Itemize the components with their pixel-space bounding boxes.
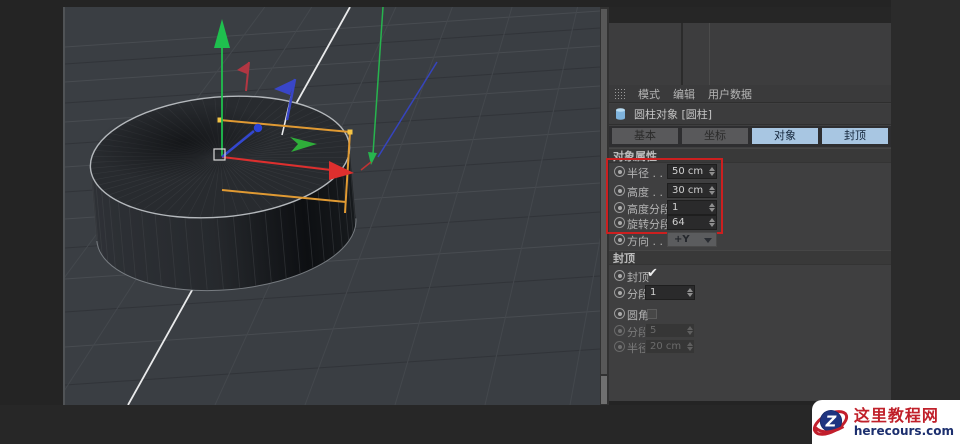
panel-scrollbar[interactable]: [600, 7, 609, 405]
attr-label-rotation-segments: 旋转分段: [627, 218, 671, 231]
attribute-tabs: 基本 坐标 对象 封顶: [609, 126, 891, 147]
secondary-x-axis-tick: [360, 161, 372, 171]
menu-edit[interactable]: 编辑: [673, 86, 695, 102]
radius-input[interactable]: 50 cm: [667, 164, 717, 179]
attr-row-fillet-segments: 分段 5: [609, 323, 891, 339]
attribute-menu-bar: 模式 编辑 用户数据: [609, 85, 891, 103]
red-flag-handle[interactable]: [237, 61, 250, 92]
attr-row-direction: 方向 . . . +Y: [609, 232, 891, 248]
keyframe-circle-icon[interactable]: [614, 202, 625, 213]
tab-object[interactable]: 对象: [752, 128, 818, 144]
spinner-icon[interactable]: [709, 202, 715, 213]
attr-row-height: 高度 . . . 30 cm: [609, 183, 891, 199]
attr-row-fillet-radius: 半径 20 cm: [609, 339, 891, 355]
checkbox-unchecked-icon[interactable]: [647, 309, 657, 319]
attr-row-rotation-segments: 旋转分段 64: [609, 215, 891, 231]
tab-caps[interactable]: 封顶: [822, 128, 888, 144]
panel-top-gap: [609, 7, 891, 23]
cap-segments-input[interactable]: 1: [645, 285, 695, 300]
object-title-row: 圆柱对象 [圆柱]: [609, 104, 891, 125]
attr-row-cap-segments: 分段 1: [609, 285, 891, 301]
tab-basic[interactable]: 基本: [612, 128, 678, 144]
attr-label-radius: 半径 . . .: [627, 167, 670, 180]
section-header-object-props: 对象属性: [609, 148, 891, 163]
attr-row-cap: 封顶 ✔: [609, 266, 891, 284]
scrollbar-foot[interactable]: [601, 376, 607, 404]
height-input[interactable]: 30 cm: [667, 183, 717, 198]
viewport-canvas: [65, 7, 600, 405]
attr-row-radius: 半径 . . . 50 cm: [609, 164, 891, 180]
keyframe-circle-icon[interactable]: [614, 287, 625, 298]
cylinder-icon: [616, 108, 625, 120]
right-margin: [891, 0, 960, 444]
menu-grid-icon[interactable]: [615, 88, 625, 99]
watermark-site-url: herecours.com: [853, 423, 954, 438]
keyframe-circle-icon[interactable]: [614, 270, 625, 281]
attribute-manager: 模式 编辑 用户数据 圆柱对象 [圆柱] 基本 坐标 对象 封顶 对象属性 半径…: [606, 85, 891, 401]
attr-row-fillet: 圆角: [609, 306, 891, 322]
attr-label-cap: 封顶: [627, 271, 649, 284]
viewport-3d[interactable]: [65, 7, 600, 405]
direction-dropdown[interactable]: +Y: [667, 232, 717, 247]
object-title: 圆柱对象 [圆柱]: [634, 108, 713, 121]
app-window: 模式 编辑 用户数据 圆柱对象 [圆柱] 基本 坐标 对象 封顶 对象属性 半径…: [0, 0, 960, 444]
keyframe-circle-icon[interactable]: [614, 185, 625, 196]
fillet-segments-input: 5: [645, 323, 695, 338]
spinner-icon[interactable]: [709, 166, 715, 177]
secondary-y-axis-line: [372, 7, 384, 155]
spinner-icon[interactable]: [709, 217, 715, 228]
watermark-logo-icon: Z: [812, 409, 849, 436]
attr-row-height-segments: 高度分段 1: [609, 200, 891, 216]
fillet-radius-input: 20 cm: [645, 339, 695, 354]
object-manager-empty[interactable]: [609, 23, 891, 85]
menu-user-data[interactable]: 用户数据: [708, 86, 752, 102]
attr-label-direction: 方向 . . .: [627, 235, 670, 248]
column-divider: [709, 23, 710, 85]
spinner-icon: [687, 325, 693, 336]
attr-label-fillet: 圆角: [627, 309, 649, 322]
watermark-badge: Z 这里教程网 herecours.com: [812, 400, 960, 444]
rotation-segments-input[interactable]: 64: [667, 215, 717, 230]
cylinder-object[interactable]: [85, 86, 361, 301]
spinner-icon: [687, 341, 693, 352]
keyframe-circle-icon[interactable]: [614, 234, 625, 245]
keyframe-circle-icon[interactable]: [614, 217, 625, 228]
keyframe-circle-icon-disabled: [614, 341, 625, 352]
column-divider: [681, 23, 683, 85]
logo-letter: Z: [825, 414, 837, 431]
spinner-icon[interactable]: [709, 185, 715, 196]
keyframe-circle-icon[interactable]: [614, 308, 625, 319]
tab-coordinates[interactable]: 坐标: [682, 128, 748, 144]
attr-label-height: 高度 . . .: [627, 186, 670, 199]
menu-mode[interactable]: 模式: [638, 86, 660, 102]
watermark-site-name: 这里教程网: [853, 405, 939, 425]
scrollbar-handle[interactable]: [601, 9, 607, 374]
spinner-icon[interactable]: [687, 287, 693, 298]
height-segments-input[interactable]: 1: [667, 200, 717, 215]
keyframe-circle-icon-disabled: [614, 325, 625, 336]
section-header-caps: 封顶: [609, 250, 891, 265]
checkbox-checked-icon[interactable]: ✔: [647, 266, 658, 281]
keyframe-circle-icon[interactable]: [614, 166, 625, 177]
viewport-left-border: [63, 7, 65, 405]
